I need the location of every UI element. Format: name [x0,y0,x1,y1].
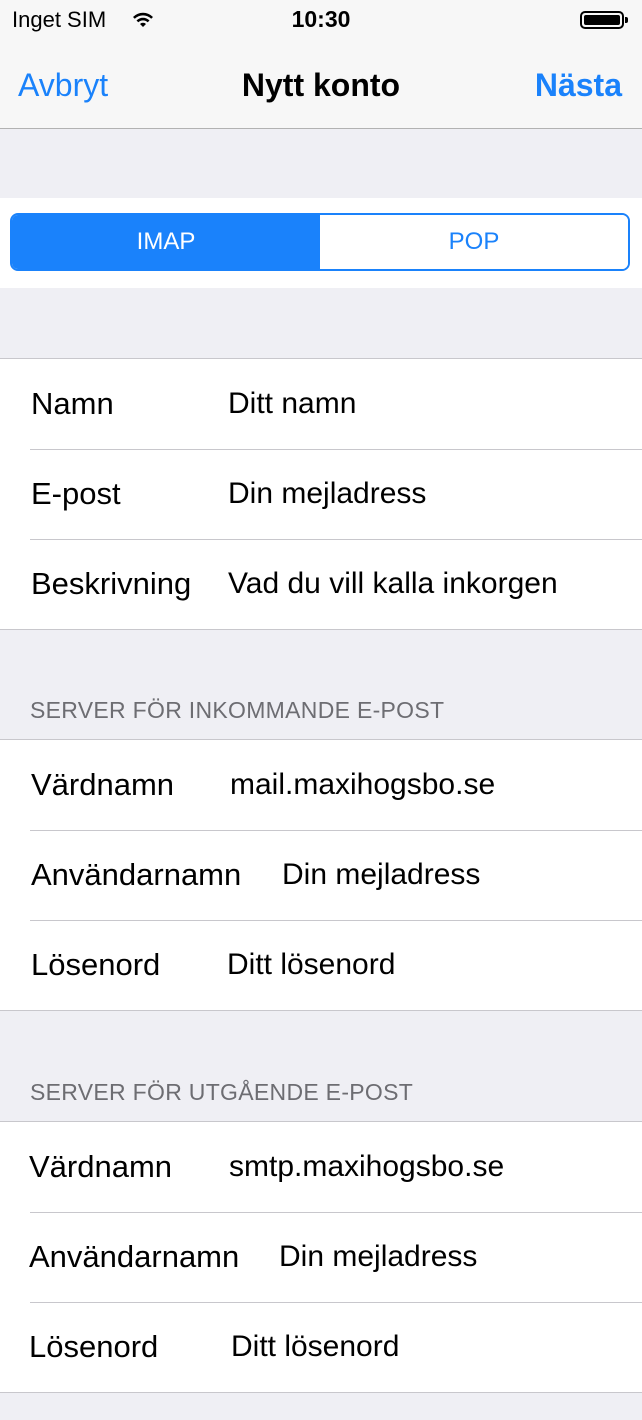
outgoing-server-header: SERVER FÖR UTGÅENDE E-POST [30,1079,414,1105]
clock: 10:30 [291,6,351,32]
name-row[interactable]: Namn Ditt namn [0,359,642,449]
next-button[interactable]: Nästa [535,67,622,104]
outgoing-password-label: Lösenord [29,1329,159,1364]
incoming-password-field[interactable]: Ditt lösenord [227,920,395,1010]
account-info-group: Namn Ditt namn E-post Din mejladress Bes… [0,358,642,630]
email-label: E-post [31,476,121,511]
email-field[interactable]: Din mejladress [228,449,426,539]
incoming-hostname-field[interactable]: mail.maxihogsbo.se [230,740,495,830]
incoming-hostname-row[interactable]: Värdnamn mail.maxihogsbo.se [0,740,642,830]
outgoing-password-field[interactable]: Ditt lösenord [231,1302,399,1392]
status-bar: Inget SIM 10:30 [0,0,642,40]
name-label: Namn [31,386,114,421]
incoming-password-row[interactable]: Lösenord Ditt lösenord [0,920,642,1010]
description-row[interactable]: Beskrivning Vad du vill kalla inkorgen [0,539,642,629]
outgoing-username-label: Användarnamn [29,1239,240,1274]
outgoing-hostname-label: Värdnamn [29,1149,173,1184]
protocol-segmented-control: IMAP POP [10,213,630,271]
protocol-selector-container: IMAP POP [0,198,642,288]
incoming-username-field[interactable]: Din mejladress [282,830,480,920]
segment-imap[interactable]: IMAP [12,215,320,269]
outgoing-password-row[interactable]: Lösenord Ditt lösenord [0,1302,642,1392]
outgoing-username-row[interactable]: Användarnamn Din mejladress [0,1212,642,1302]
name-field[interactable]: Ditt namn [228,359,356,449]
incoming-password-label: Lösenord [31,947,161,982]
battery-icon [580,11,628,29]
segment-pop[interactable]: POP [320,215,628,269]
description-field[interactable]: Vad du vill kalla inkorgen [228,539,558,629]
navigation-bar: Avbryt Nytt konto Nästa [0,40,642,129]
incoming-username-label: Användarnamn [31,857,242,892]
outgoing-server-group: Värdnamn smtp.maxihogsbo.se Användarnamn… [0,1121,642,1393]
description-label: Beskrivning [31,566,192,601]
outgoing-hostname-field[interactable]: smtp.maxihogsbo.se [229,1122,504,1212]
email-row[interactable]: E-post Din mejladress [0,449,642,539]
incoming-hostname-label: Värdnamn [31,767,175,802]
outgoing-username-field[interactable]: Din mejladress [279,1212,477,1302]
incoming-server-header: SERVER FÖR INKOMMANDE E-POST [30,697,445,723]
incoming-server-group: Värdnamn mail.maxihogsbo.se Användarnamn… [0,739,642,1011]
outgoing-hostname-row[interactable]: Värdnamn smtp.maxihogsbo.se [0,1122,642,1212]
incoming-username-row[interactable]: Användarnamn Din mejladress [0,830,642,920]
